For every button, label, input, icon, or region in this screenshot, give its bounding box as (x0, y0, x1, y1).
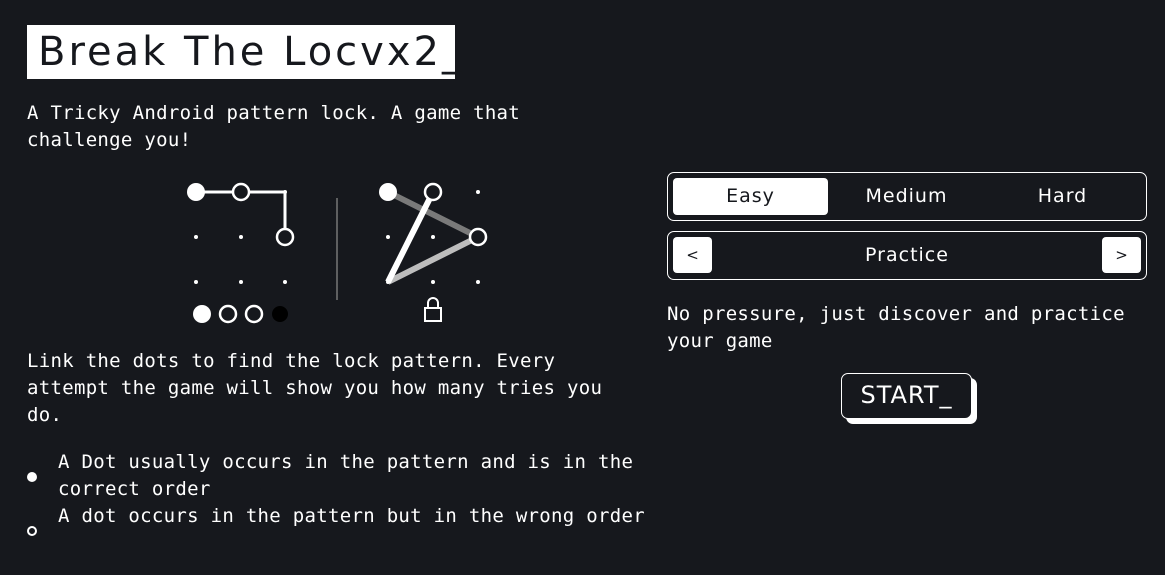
filled-dot-icon (27, 472, 37, 482)
attempt-indicator-dots (193, 304, 288, 324)
hollow-dot-icon (27, 526, 37, 536)
legend-text: A dot occurs in the pattern but in the w… (58, 505, 645, 527)
attempt-pattern-grid (187, 182, 295, 284)
mode-next-button[interactable]: > (1102, 237, 1141, 273)
mode-prev-button[interactable]: < (673, 237, 712, 273)
mode-selector: < Practice > (667, 231, 1147, 280)
difficulty-hard[interactable]: Hard (985, 178, 1140, 215)
legend-text: A Dot usually occurs in the pattern and … (58, 451, 634, 500)
mode-description: No pressure, just discover and practice … (667, 303, 1125, 352)
mode-label: Practice (865, 244, 949, 266)
lock-icon (424, 297, 442, 322)
difficulty-medium[interactable]: Medium (829, 178, 984, 215)
game-title: Break The Locvx2_ (27, 25, 462, 79)
difficulty-easy[interactable]: Easy (673, 178, 828, 215)
lock-pattern-grid (379, 182, 488, 285)
instructions-text: Link the dots to find the lock pattern. … (27, 350, 603, 426)
start-button[interactable]: START_ (841, 373, 972, 419)
pattern-illustration (187, 182, 488, 324)
game-description: A Tricky Android pattern lock. A game th… (27, 102, 521, 151)
difficulty-selector: Easy Medium Hard (667, 172, 1147, 221)
